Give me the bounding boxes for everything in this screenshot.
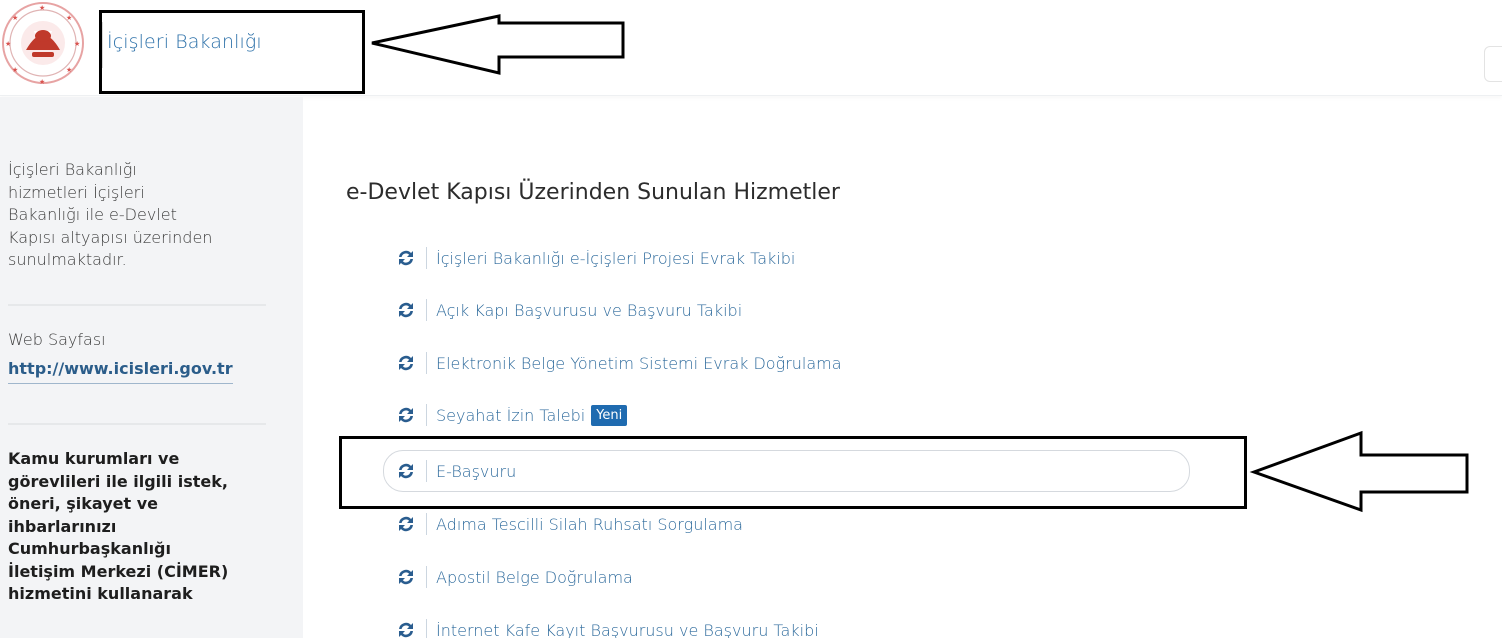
annotation-arrow-ebasvuru [1249,430,1469,513]
